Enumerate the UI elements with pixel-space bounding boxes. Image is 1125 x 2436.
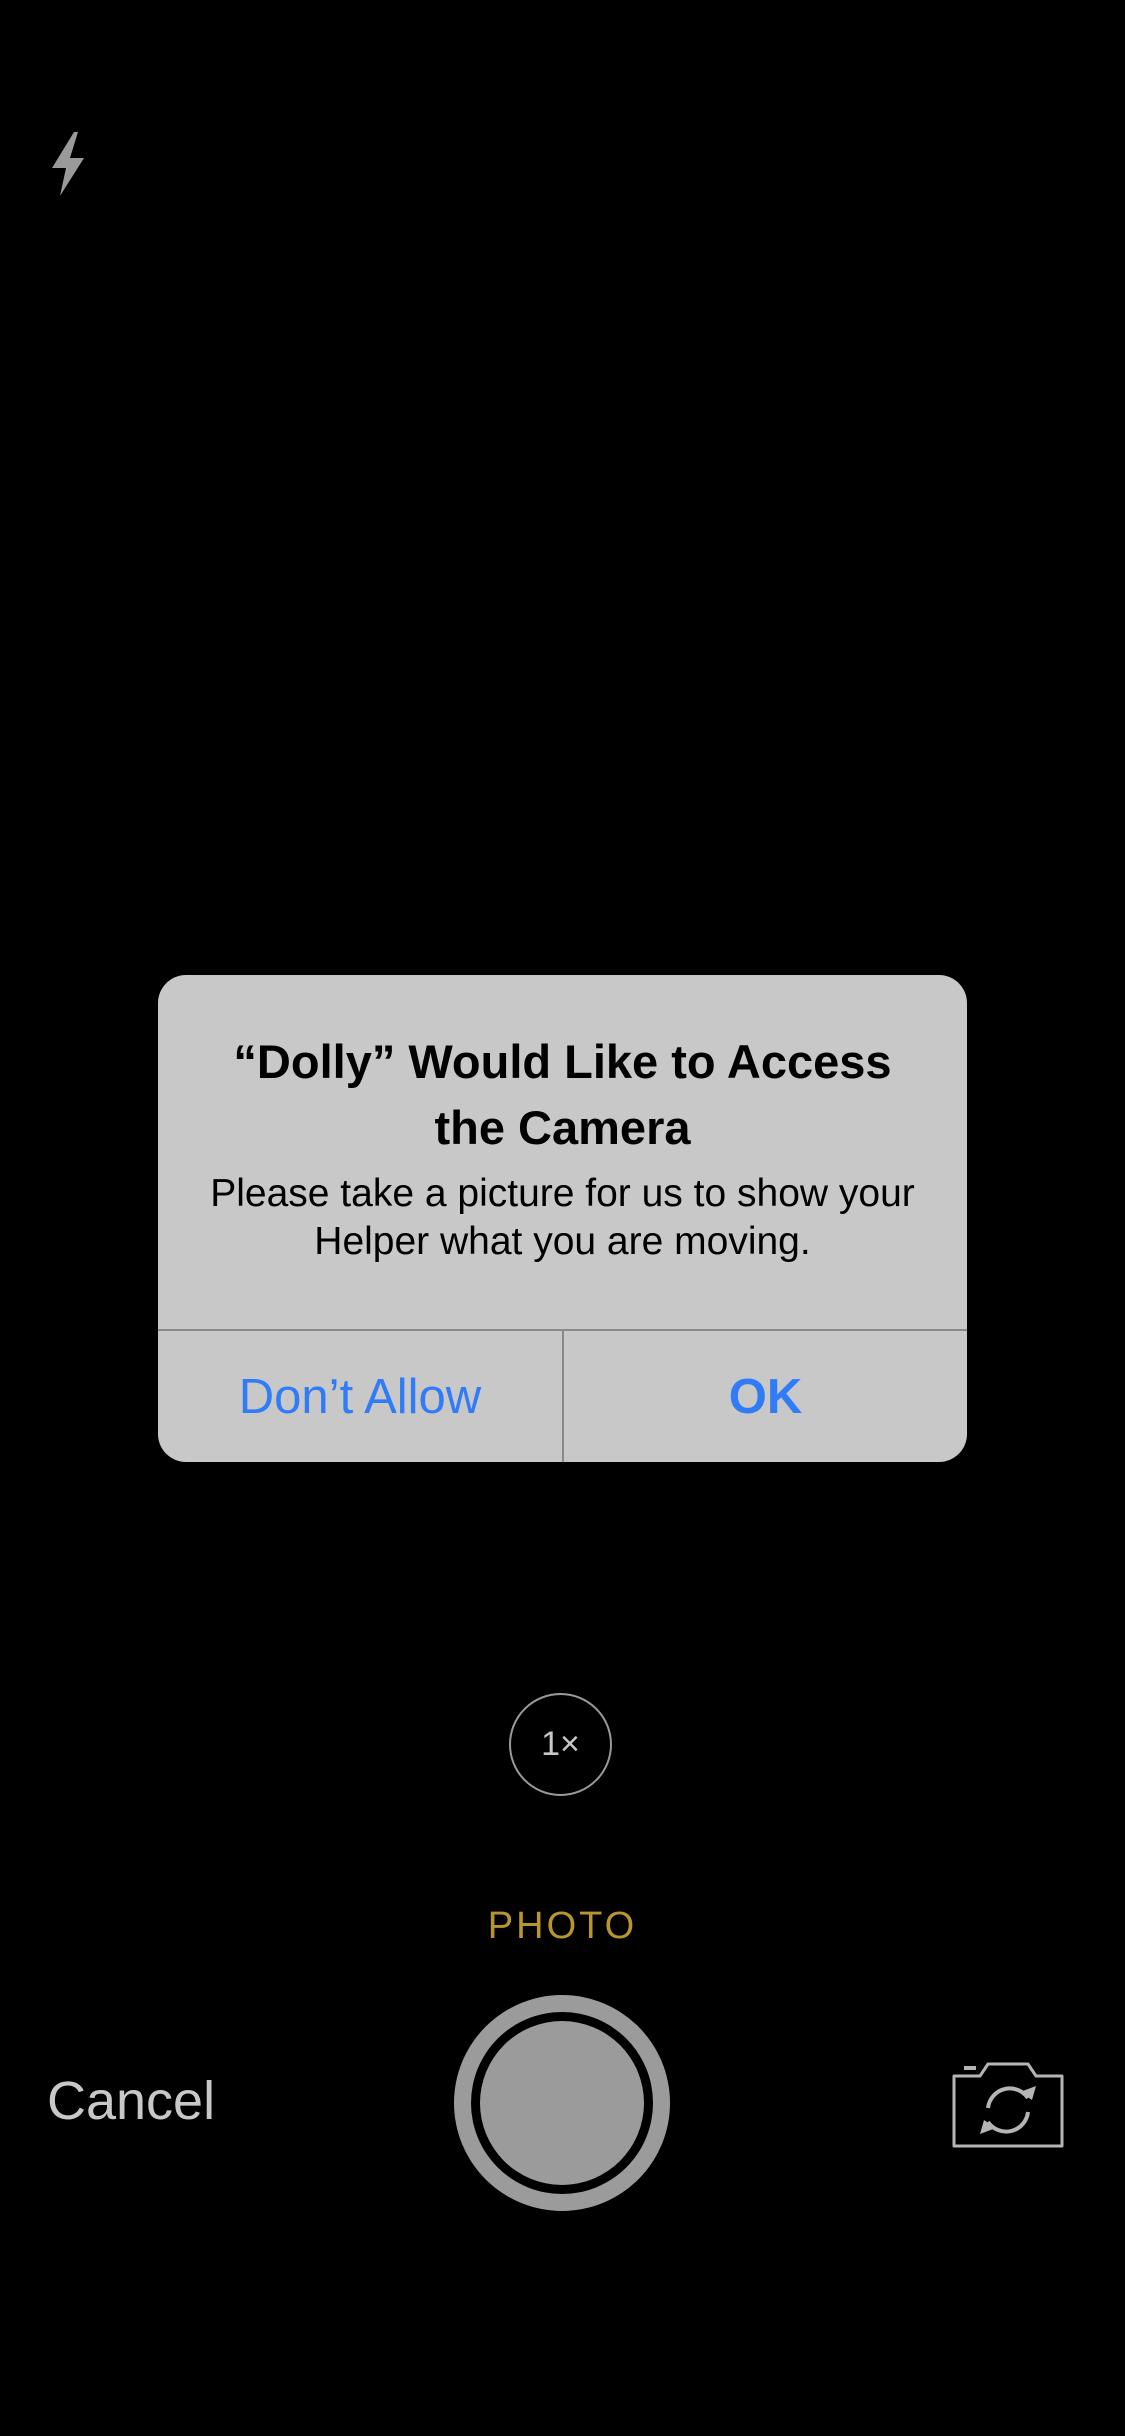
- cancel-button[interactable]: Cancel: [47, 2070, 215, 2132]
- camera-flip-icon: [952, 2062, 1064, 2148]
- alert-message: Please take a picture for us to show you…: [210, 1172, 915, 1263]
- flash-button[interactable]: [44, 128, 92, 200]
- ok-button[interactable]: OK: [564, 1331, 967, 1462]
- shutter-core: [480, 2021, 644, 2185]
- photo-mode-label[interactable]: PHOTO: [0, 1905, 1125, 1948]
- camera-permission-alert: “Dolly” Would Like to Access the Camera …: [158, 975, 967, 1462]
- dont-allow-button[interactable]: Don’t Allow: [158, 1331, 562, 1462]
- flash-icon: [52, 132, 84, 196]
- shutter-button[interactable]: [454, 1995, 670, 2211]
- zoom-button[interactable]: 1×: [509, 1693, 612, 1796]
- camera-flip-button[interactable]: [950, 2060, 1066, 2150]
- alert-title: “Dolly” Would Like to Access the Camera: [233, 1035, 892, 1154]
